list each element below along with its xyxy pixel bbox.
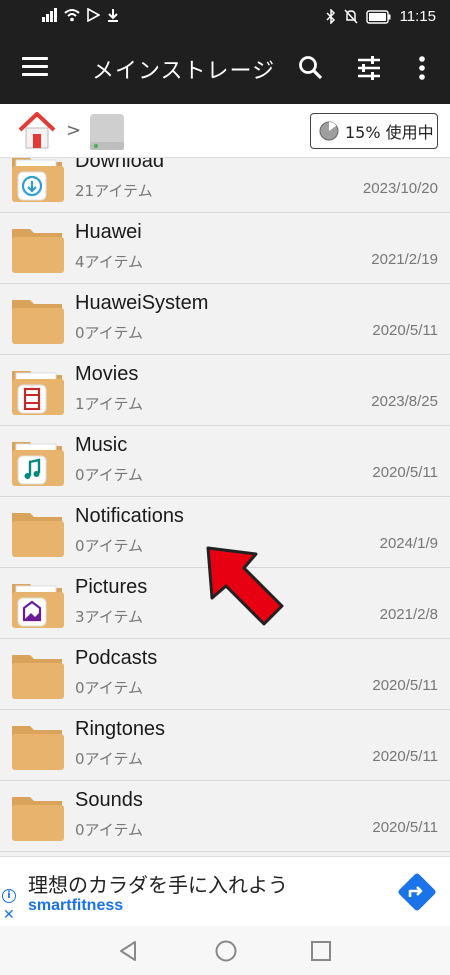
- folder-icon: [12, 655, 64, 699]
- folder-name: Movies: [75, 363, 139, 385]
- folder-name: Sounds: [75, 789, 143, 811]
- folder-item-count: 3アイテム: [75, 608, 144, 626]
- home-icon[interactable]: [16, 110, 58, 152]
- folder-name: Pictures: [75, 576, 148, 598]
- chevron-right-icon: >: [66, 120, 82, 141]
- folder-row[interactable]: Music 0アイテム 2020/5/11: [0, 426, 450, 497]
- signal-icon: [42, 8, 57, 22]
- folder-date: 2020/5/11: [372, 748, 438, 765]
- folder-name: Ringtones: [75, 718, 166, 740]
- play-store-icon: [87, 8, 100, 22]
- folder-row[interactable]: Movies 1アイテム 2023/8/25: [0, 355, 450, 426]
- folder-name: HuaweiSystem: [75, 292, 209, 314]
- ad-info-icon[interactable]: i: [2, 889, 16, 903]
- folder-icon: [12, 513, 64, 557]
- search-icon[interactable]: [298, 55, 324, 81]
- folder-item-count: 0アイテム: [75, 750, 144, 768]
- folder-date: 2023/8/25: [371, 393, 438, 410]
- folder-icon: [12, 726, 64, 770]
- battery-icon: [365, 9, 391, 24]
- ad-close-icon[interactable]: ✕: [3, 907, 15, 923]
- folder-name: Podcasts: [75, 647, 158, 669]
- folder-date: 2020/5/11: [372, 819, 438, 836]
- folder-date: 2023/10/20: [362, 180, 438, 197]
- download-status-icon: [108, 9, 118, 22]
- folder-name: Notifications: [75, 505, 184, 527]
- folder-row[interactable]: Huawei 4アイテム 2021/2/19: [0, 213, 450, 284]
- page-title: メインストレージ: [92, 59, 276, 84]
- folder-row[interactable]: Podcasts 0アイテム 2020/5/11: [0, 639, 450, 710]
- folder-item-count: 21アイテム: [75, 182, 153, 200]
- folder-row[interactable]: HuaweiSystem 0アイテム 2020/5/11: [0, 284, 450, 355]
- more-options-icon[interactable]: [418, 55, 426, 81]
- status-bar: 11:15: [0, 0, 450, 33]
- folder-name: Huawei: [75, 221, 142, 243]
- folder-date: 2020/5/11: [372, 322, 438, 339]
- storage-usage-label: 15% 使用中: [345, 123, 434, 142]
- mute-icon: [344, 9, 358, 24]
- folder-date: 2021/2/19: [371, 251, 438, 268]
- folder-icon: [12, 584, 64, 628]
- annotation-arrow: [206, 546, 284, 626]
- folder-name: Music: [75, 434, 128, 456]
- folder-row[interactable]: Download 21アイテム 2023/10/20: [0, 158, 450, 213]
- folder-name: Download: [75, 158, 164, 172]
- folder-item-count: 0アイテム: [75, 324, 144, 342]
- folder-icon: [12, 442, 64, 486]
- folder-icon: [12, 797, 64, 841]
- breadcrumb: > 15% 使用中: [0, 104, 450, 158]
- ad-brand[interactable]: smartfitness: [28, 897, 123, 915]
- filter-icon[interactable]: [356, 55, 382, 81]
- home-nav-icon[interactable]: [214, 939, 238, 963]
- folder-icon: [12, 371, 64, 415]
- app-toolbar: メインストレージ: [0, 33, 450, 104]
- folder-icon: [12, 229, 64, 273]
- ad-title[interactable]: 理想のカラダを手に入れよう: [28, 869, 288, 898]
- ad-banner[interactable]: i ✕ 理想のカラダを手に入れよう smartfitness: [0, 856, 450, 926]
- folder-list[interactable]: Download 21アイテム 2023/10/20 Huawei 4アイテム 2021/…: [0, 158, 450, 856]
- status-time: 11:15: [399, 8, 436, 25]
- storage-drive-icon[interactable]: [86, 112, 128, 152]
- folder-item-count: 1アイテム: [75, 395, 144, 413]
- folder-date: 2024/1/9: [379, 535, 438, 552]
- folder-item-count: 0アイテム: [75, 679, 144, 697]
- folder-row[interactable]: Sounds 0アイテム 2020/5/11: [0, 781, 450, 852]
- folder-date: 2020/5/11: [372, 677, 438, 694]
- folder-item-count: 0アイテム: [75, 821, 144, 839]
- back-icon[interactable]: [118, 940, 138, 962]
- status-right-icons: 11:15: [326, 8, 436, 25]
- folder-item-count: 4アイテム: [75, 253, 144, 271]
- recent-apps-icon[interactable]: [311, 941, 331, 961]
- folder-icon: [12, 158, 64, 202]
- system-nav-bar: [0, 926, 450, 975]
- folder-item-count: 0アイテム: [75, 537, 144, 555]
- wifi-icon: [64, 9, 80, 22]
- ad-go-icon[interactable]: [396, 871, 438, 913]
- status-left-icons: [42, 8, 120, 22]
- folder-icon: [12, 300, 64, 344]
- folder-row[interactable]: Ringtones 0アイテム 2020/5/11: [0, 710, 450, 781]
- folder-date: 2021/2/8: [379, 606, 438, 623]
- menu-icon[interactable]: [22, 57, 48, 79]
- folder-item-count: 0アイテム: [75, 466, 144, 484]
- pie-usage-icon: [319, 121, 339, 141]
- bluetooth-icon: [326, 9, 335, 24]
- folder-date: 2020/5/11: [372, 464, 438, 481]
- storage-usage-button[interactable]: 15% 使用中: [310, 113, 438, 149]
